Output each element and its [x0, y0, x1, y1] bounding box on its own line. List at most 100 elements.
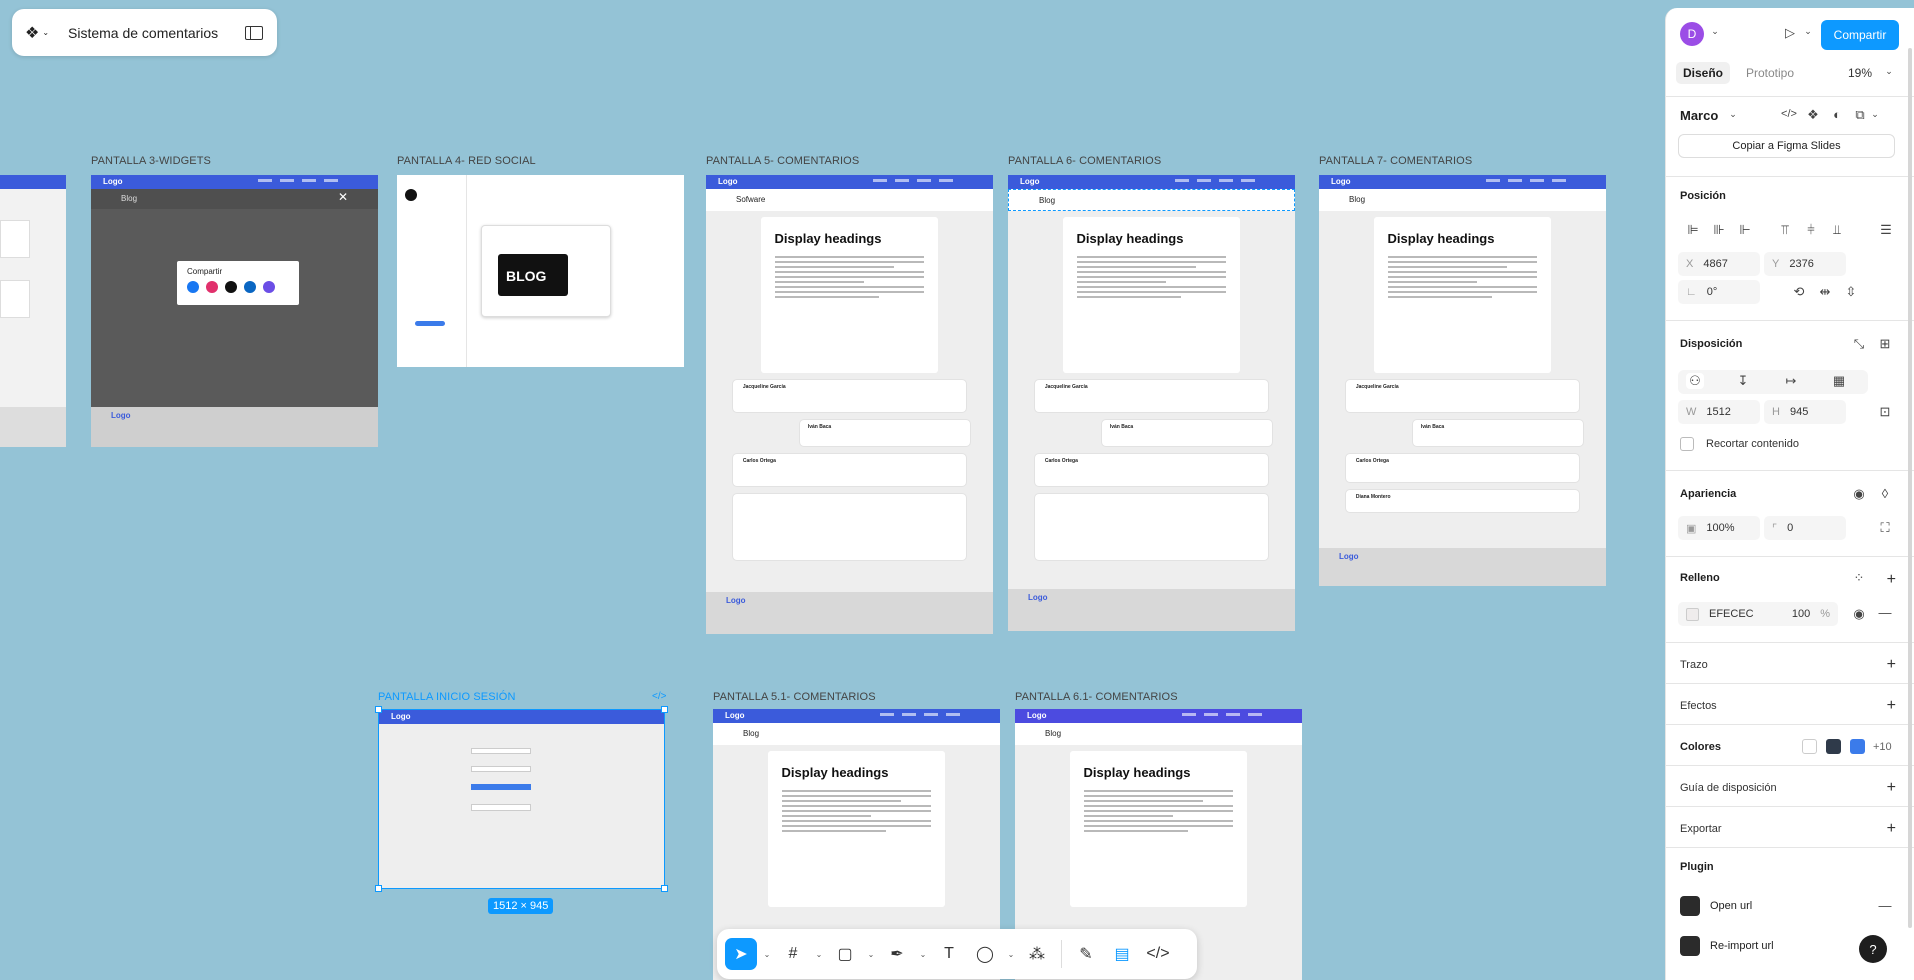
plugin-item-open-url[interactable]: Open url [1710, 900, 1752, 912]
move-tool-icon[interactable]: ➤ [725, 938, 757, 970]
zoom-level[interactable]: 19% [1848, 66, 1872, 80]
frame-pantalla-7[interactable]: Logo Blog Display headings Jacqueline Ga… [1319, 175, 1606, 586]
add-fill-icon[interactable]: + [1887, 572, 1896, 588]
mask-icon[interactable]: ◐ [1828, 107, 1846, 122]
align-top-icon[interactable]: ⫪ [1776, 222, 1794, 238]
component-icon[interactable]: ❖ [1804, 107, 1822, 123]
chevron-down-icon[interactable]: ⌄ [1005, 938, 1017, 970]
actions-icon[interactable]: ⁂ [1021, 938, 1053, 970]
share-button[interactable]: Compartir [1821, 20, 1899, 50]
opacity-field[interactable]: ▣ 100% [1678, 516, 1760, 540]
rotation-field[interactable]: ∟ 0° [1678, 280, 1760, 304]
chevron-down-icon[interactable]: ⌄ [865, 938, 877, 970]
selection-handle[interactable] [661, 706, 668, 713]
rotate-icon[interactable]: ⟲ [1790, 284, 1808, 300]
align-left-icon[interactable]: ⊫ [1684, 222, 1702, 238]
add-stroke-icon[interactable]: + [1887, 657, 1896, 673]
code-icon[interactable]: </> [1780, 108, 1798, 120]
help-button[interactable]: ? [1859, 935, 1887, 963]
color-swatch[interactable] [1850, 739, 1865, 754]
frame-label-login[interactable]: PANTALLA INICIO SESIÓN [378, 691, 516, 703]
tab-design[interactable]: Diseño [1676, 62, 1731, 84]
comment-tool-icon[interactable]: ◯ [969, 938, 1001, 970]
file-title[interactable]: Sistema de comentarios [68, 25, 218, 41]
selection-handle[interactable] [661, 885, 668, 892]
dev-mode-icon[interactable]: </> [1142, 938, 1174, 970]
frame-type-select[interactable]: Marco [1680, 108, 1718, 123]
chevron-down-icon[interactable]: ⌄ [1880, 66, 1898, 77]
frame-partial-left[interactable] [0, 175, 66, 447]
frame-pantalla-5[interactable]: Logo Sofware Display headings Jacqueline… [706, 175, 993, 634]
corner-radius-field[interactable]: ⌜ 0 [1764, 516, 1846, 540]
play-icon[interactable]: ▷ [1781, 25, 1799, 41]
frame-label-pantalla-4[interactable]: PANTALLA 4- RED SOCIAL [397, 155, 536, 167]
color-swatch[interactable] [1826, 739, 1841, 754]
frame-label-pantalla-6-1[interactable]: PANTALLA 6.1- COMENTARIOS [1015, 691, 1178, 703]
frame-pantalla-6[interactable]: Logo Blog Display headings Jacqueline Ga… [1008, 175, 1295, 631]
vertical-layout-icon[interactable]: ↧ [1734, 373, 1752, 389]
selection-handle[interactable] [375, 885, 382, 892]
frame-tool-icon[interactable]: # [777, 938, 809, 970]
frame-pantalla-4[interactable]: BLOG [397, 175, 684, 367]
clip-content-checkbox[interactable] [1680, 437, 1694, 451]
y-position-field[interactable]: Y 2376 [1764, 252, 1846, 276]
distribute-icon[interactable]: ☰ [1877, 222, 1895, 238]
code-icon[interactable]: </> [652, 691, 666, 702]
frame-label-pantalla-6[interactable]: PANTALLA 6- COMENTARIOS [1008, 155, 1161, 167]
add-export-icon[interactable]: + [1887, 821, 1896, 837]
styles-icon[interactable]: ⁘ [1850, 570, 1868, 586]
flip-horizontal-icon[interactable]: ⇹ [1816, 284, 1834, 300]
figma-menu-icon[interactable]: ❖ ⌄ [25, 22, 49, 44]
frame-label-pantalla-7[interactable]: PANTALLA 7- COMENTARIOS [1319, 155, 1472, 167]
copy-to-slides-button[interactable]: Copiar a Figma Slides [1678, 134, 1895, 158]
chevron-down-icon[interactable]: ⌄ [1866, 109, 1884, 120]
fill-color-field[interactable]: EFECEC 100 % [1678, 602, 1838, 626]
more-colors-count[interactable]: +10 [1873, 741, 1892, 753]
collapse-icon[interactable]: — [1876, 898, 1894, 913]
flip-vertical-icon[interactable]: ⇳ [1842, 284, 1860, 300]
align-center-v-icon[interactable]: ⫩ [1802, 222, 1820, 238]
constrain-proportions-icon[interactable]: ⊡ [1876, 404, 1894, 420]
frame-pantalla-3[interactable]: Logo Blog ✕ Compartir Logo [91, 175, 378, 447]
chevron-down-icon[interactable]: ⌄ [813, 938, 825, 970]
eye-icon[interactable]: ◉ [1850, 486, 1868, 502]
frame-label-pantalla-3[interactable]: PANTALLA 3-WIDGETS [91, 155, 211, 167]
chevron-down-icon[interactable]: ⌄ [917, 938, 929, 970]
frame-label-pantalla-5-1[interactable]: PANTALLA 5.1- COMENTARIOS [713, 691, 876, 703]
horizontal-layout-icon[interactable]: ↦ [1782, 373, 1800, 389]
panel-scrollbar[interactable] [1908, 48, 1912, 928]
x-position-field[interactable]: X 4867 [1678, 252, 1760, 276]
text-tool-icon[interactable]: T [933, 938, 965, 970]
independent-corners-icon[interactable]: ⛶ [1876, 520, 1894, 536]
avatar[interactable]: D [1680, 22, 1704, 46]
pen-tool-icon[interactable]: ✒ [881, 938, 913, 970]
freeform-layout-icon[interactable]: ⚇ [1686, 373, 1704, 389]
chevron-down-icon[interactable]: ⌄ [761, 938, 773, 970]
frame-label-pantalla-5[interactable]: PANTALLA 5- COMENTARIOS [706, 155, 859, 167]
chevron-down-icon[interactable]: ⌄ [1724, 109, 1742, 120]
toggle-sidebar-icon[interactable] [245, 25, 263, 40]
auto-layout-icon[interactable]: ⊞ [1876, 336, 1894, 352]
frame-login[interactable]: Logo [378, 709, 665, 889]
draw-mode-icon[interactable]: ✎ [1070, 938, 1102, 970]
color-swatch[interactable] [1802, 739, 1817, 754]
align-center-h-icon[interactable]: ⊪ [1710, 222, 1728, 238]
add-effect-icon[interactable]: + [1887, 698, 1896, 714]
chevron-down-icon[interactable]: ⌄ [1706, 26, 1724, 37]
rectangle-tool-icon[interactable]: ▢ [829, 938, 861, 970]
selection-handle[interactable] [375, 706, 382, 713]
design-mode-icon[interactable]: ▤ [1106, 938, 1138, 970]
remove-fill-icon[interactable]: — [1876, 605, 1894, 620]
fill-swatch[interactable] [1686, 607, 1699, 621]
eye-icon[interactable]: ◉ [1850, 606, 1868, 622]
height-field[interactable]: H 945 [1764, 400, 1846, 424]
grid-layout-icon[interactable]: ▦ [1830, 373, 1848, 389]
align-bottom-icon[interactable]: ⫫ [1828, 222, 1846, 238]
tab-prototype[interactable]: Prototipo [1746, 66, 1794, 80]
chevron-down-icon[interactable]: ⌄ [1799, 26, 1817, 37]
resize-to-fit-icon[interactable]: ⤡ [1850, 336, 1868, 352]
plugin-item-reimport-url[interactable]: Re-import url [1710, 940, 1774, 952]
add-layout-guide-icon[interactable]: + [1887, 780, 1896, 796]
width-field[interactable]: W 1512 [1678, 400, 1760, 424]
blend-mode-icon[interactable]: ◊ [1876, 486, 1894, 501]
